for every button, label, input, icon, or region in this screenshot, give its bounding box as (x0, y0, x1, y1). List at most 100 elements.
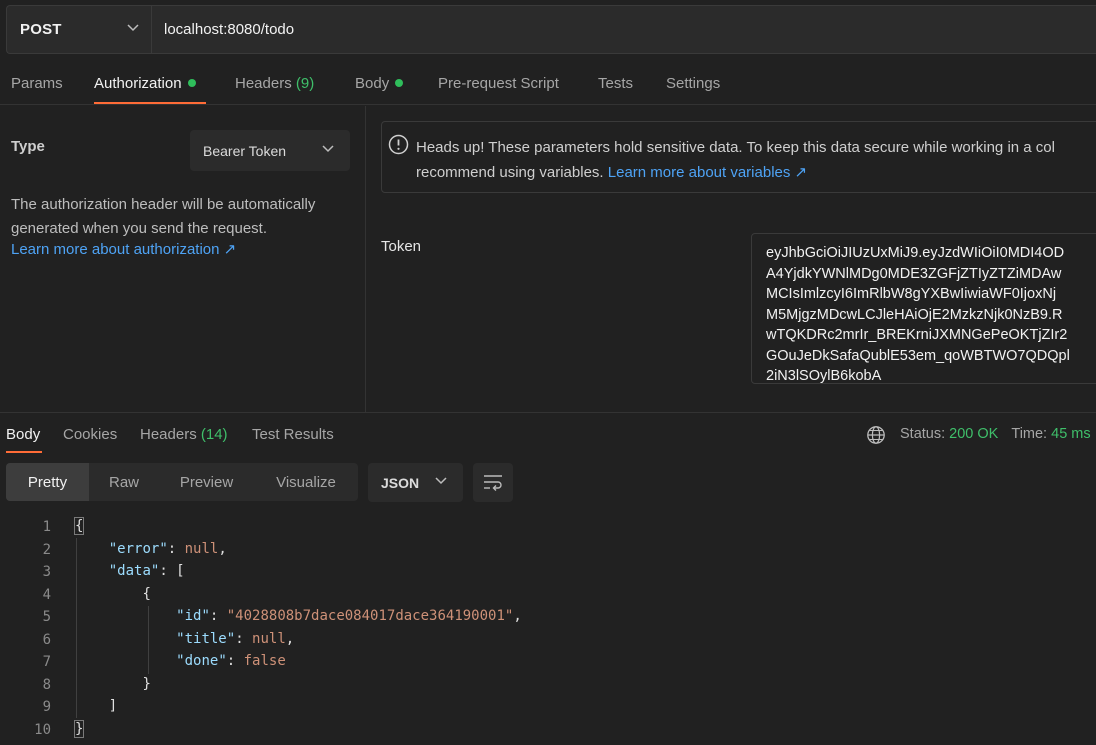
status-dot-icon (187, 79, 196, 87)
code-line: 5 "id": "4028808b7dace084017dace36419000… (0, 606, 1096, 628)
sensitive-data-notice: Heads up! These parameters hold sensitiv… (381, 121, 1096, 193)
learn-more-variables-link[interactable]: Learn more about variables ↗ (608, 164, 807, 181)
json-value: null (184, 540, 219, 557)
tab-authorization[interactable]: Authorization (94, 75, 196, 92)
time-label: Time: (1011, 426, 1048, 442)
tab-headers[interactable]: Headers (9) (235, 75, 314, 92)
tab-cookies[interactable]: Cookies (63, 426, 117, 443)
active-tab-indicator (94, 102, 206, 104)
code-line: 4 { (0, 584, 1096, 606)
response-tabs: Body Cookies Headers (14) Test Results S… (0, 412, 1096, 454)
json-key: error (117, 540, 160, 557)
brace: } (142, 675, 151, 692)
tab-pre-request-script[interactable]: Pre-request Script (438, 75, 559, 92)
learn-more-authorization-link[interactable]: Learn more about authorization ↗ (11, 240, 236, 258)
json-key: done (184, 653, 219, 669)
json-value: null (252, 630, 286, 647)
line-number: 2 (42, 541, 51, 558)
active-tab-indicator (6, 451, 42, 453)
info-icon (388, 134, 409, 155)
line-number: 10 (34, 721, 51, 738)
brace: { (142, 585, 151, 602)
chevron-down-icon (322, 145, 334, 153)
tab-label: Headers (140, 426, 197, 443)
token-label: Token (381, 238, 422, 255)
json-key: id (184, 608, 202, 624)
response-status: Status: 200 OK Time: 45 ms (900, 426, 1091, 442)
status-value[interactable]: 200 OK (949, 426, 998, 442)
format-visualize[interactable]: Visualize (254, 463, 358, 501)
globe-icon[interactable] (866, 425, 886, 445)
tab-body[interactable]: Body (355, 75, 404, 92)
line-number: 1 (42, 519, 51, 535)
notice-line-2: recommend using variables. (416, 164, 604, 181)
auth-type-label: Type (11, 138, 45, 155)
auth-type-value: Bearer Token (203, 142, 287, 159)
method-select[interactable]: POST (6, 5, 151, 54)
bracket: [ (176, 563, 185, 579)
code-content: } (75, 675, 151, 692)
token-line: wTQKDRc2mrIr_BREKrniJXMNGePeOKTjZIr2 (766, 327, 1068, 343)
line-number: 9 (42, 699, 51, 715)
line-number: 4 (42, 586, 51, 603)
url-input[interactable]: localhost:8080/todo (151, 5, 1096, 54)
format-raw[interactable]: Raw (89, 463, 159, 501)
tab-params[interactable]: Params (11, 75, 63, 92)
token-input[interactable]: eyJhbGciOiJIUzUxMiJ9.eyJzdWIiOiI0MDI4OD … (751, 233, 1096, 384)
chevron-down-icon (127, 24, 139, 32)
code-content: } (73, 719, 85, 738)
response-format-tabs: Pretty Raw Preview Visualize (6, 463, 358, 501)
json-value: "4028808b7dace084017dace364190001" (226, 608, 514, 624)
code-content: "data": [ (108, 563, 185, 579)
code-content: "id": "4028808b7dace084017dace364190001"… (176, 608, 522, 624)
code-line: 1 { (0, 516, 1096, 538)
method-label: POST (20, 21, 62, 38)
tab-label: Authorization (94, 75, 182, 92)
code-line: 3 "data": [ (0, 561, 1096, 583)
code-content: { (73, 517, 85, 535)
line-number: 7 (42, 654, 51, 670)
wrap-lines-button[interactable] (473, 463, 513, 502)
tab-response-headers[interactable]: Headers (14) (140, 426, 228, 443)
token-line: A4YjdkYWNlMDg0MDE3ZGFjZTIyZTZiMDAw (766, 265, 1062, 282)
auth-type-select[interactable]: Bearer Token (190, 130, 350, 171)
line-number: 6 (42, 631, 51, 648)
tab-label: Headers (235, 75, 292, 92)
status-dot-icon (395, 79, 404, 87)
tab-label: Pre-request Script (438, 75, 559, 92)
line-number: 5 (42, 609, 51, 625)
wrap-lines-icon (484, 475, 502, 491)
tab-tests[interactable]: Tests (598, 75, 633, 92)
auth-description: The authorization header will be automat… (11, 196, 316, 237)
language-select[interactable]: JSON (368, 463, 463, 502)
bracket: ] (108, 698, 118, 714)
line-number: 3 (42, 564, 51, 580)
tab-settings[interactable]: Settings (666, 75, 720, 92)
tab-label: Settings (666, 75, 721, 92)
tab-response-body[interactable]: Body (6, 426, 40, 443)
notice-line-1: Heads up! These parameters hold sensitiv… (416, 139, 1055, 156)
language-value: JSON (381, 474, 420, 491)
notice-text: Heads up! These parameters hold sensitiv… (416, 135, 1096, 185)
headers-count: (9) (295, 75, 315, 92)
tab-label: Params (11, 75, 63, 92)
time-value[interactable]: 45 ms (1051, 426, 1091, 442)
json-key: title (184, 630, 227, 647)
format-preview[interactable]: Preview (159, 463, 254, 501)
auth-type-pane: Type Bearer Token The authorization head… (0, 106, 366, 412)
code-content: "done": false (176, 653, 286, 669)
chevron-down-icon (435, 477, 447, 485)
tab-label: Tests (598, 75, 634, 92)
code-line: 7 "done": false (0, 651, 1096, 673)
brace: } (73, 719, 85, 738)
tab-test-results[interactable]: Test Results (252, 426, 334, 443)
code-line: 10 } (0, 719, 1096, 741)
code-content: ] (75, 698, 117, 714)
format-pretty[interactable]: Pretty (6, 463, 89, 501)
request-tabs: Params Authorization Headers (9) Body Pr… (0, 64, 1096, 105)
brace: { (73, 517, 85, 535)
token-line: M5MjgzMDcwLCJleHAiOjE2MzkzNjk0NzB9.R (766, 306, 1063, 323)
status-label: Status: (900, 426, 946, 442)
request-bar: POST localhost:8080/todo (6, 5, 1096, 54)
headers-count: (14) (200, 426, 228, 443)
